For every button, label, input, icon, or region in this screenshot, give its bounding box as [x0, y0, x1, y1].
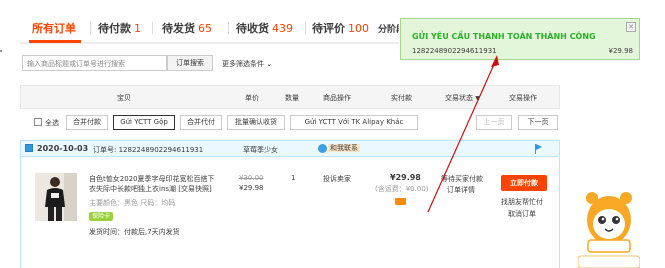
assistant-mascot[interactable] — [577, 180, 641, 268]
arrow-line — [427, 59, 497, 213]
order-list-page: 所有订单 待付款 1 待发货 65 待收货 439 待评价 100 分阶段 输入商品标题… — [0, 0, 665, 268]
annotation-arrow — [427, 55, 499, 213]
mascot-icon — [577, 192, 641, 268]
arrow-head — [491, 55, 499, 67]
